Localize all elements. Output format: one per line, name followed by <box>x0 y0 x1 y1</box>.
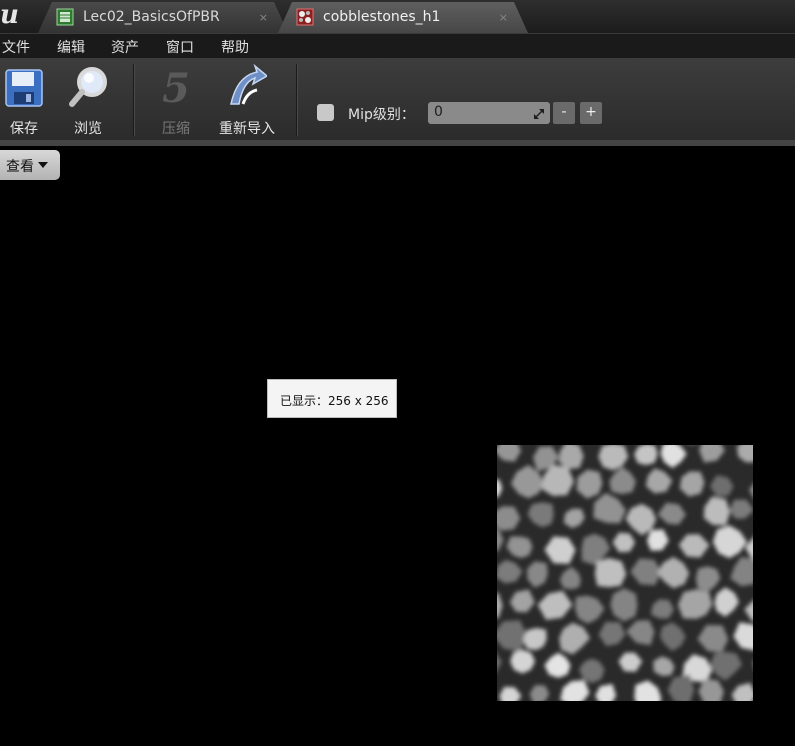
reimport-button[interactable]: 重新导入 <box>213 62 281 137</box>
save-button[interactable]: 保存 <box>0 62 52 137</box>
mip-level-input[interactable]: 0 <box>428 102 550 124</box>
toolbar: 保存 浏览 5 压缩 重新导入 Mip级别： 0 - + <box>0 58 795 140</box>
reimport-label: 重新导入 <box>219 121 275 137</box>
menu-window[interactable]: 窗口 <box>166 37 194 57</box>
toolbar-separator <box>296 64 297 136</box>
reimport-icon <box>227 63 269 110</box>
mip-level-value: 0 <box>434 104 443 120</box>
resize-arrows-icon <box>532 106 546 120</box>
view-menu-label: 查看 <box>6 159 34 175</box>
tab-label: cobblestones_h1 <box>323 9 441 25</box>
close-icon[interactable]: × <box>259 11 268 24</box>
floppy-disk-icon <box>4 64 44 110</box>
menu-bar: 文件 编辑 资产 窗口 帮助 <box>0 33 795 58</box>
svg-text:5: 5 <box>162 65 190 110</box>
tab-bar: u Lec02_BasicsOfPBR × cobblestones_h1 × <box>0 0 795 33</box>
compress-icon: 5 <box>156 64 196 112</box>
toolbar-divider <box>0 140 795 146</box>
menu-help[interactable]: 帮助 <box>221 37 249 57</box>
menu-edit[interactable]: 编辑 <box>57 37 85 57</box>
tab-label: Lec02_BasicsOfPBR <box>83 9 220 25</box>
display-size-text: 已显示：256 x 256 <box>280 394 389 408</box>
compress-button[interactable]: 5 压缩 <box>148 62 204 137</box>
browse-button[interactable]: 浏览 <box>60 62 116 137</box>
mip-level-checkbox[interactable] <box>317 104 334 121</box>
unreal-logo-icon[interactable]: u <box>0 2 22 30</box>
mip-decrease-button[interactable]: - <box>553 102 575 124</box>
menu-file[interactable]: 文件 <box>2 37 30 57</box>
caret-down-icon <box>38 162 48 168</box>
menu-asset[interactable]: 资产 <box>111 37 139 57</box>
level-map-icon <box>56 8 74 26</box>
texture-asset-icon <box>296 8 314 26</box>
mip-level-label: Mip级别： <box>348 107 415 123</box>
tab-lec02-basics-of-pbr[interactable]: Lec02_BasicsOfPBR × <box>38 2 288 33</box>
cobblestone-heightmap-image <box>497 445 753 701</box>
tab-cobblestones-h1[interactable]: cobblestones_h1 × <box>278 2 528 33</box>
browse-label: 浏览 <box>74 121 102 137</box>
mip-increase-button[interactable]: + <box>580 102 602 124</box>
compress-label: 压缩 <box>162 121 190 137</box>
magnifier-icon <box>68 64 108 110</box>
close-icon[interactable]: × <box>499 11 508 24</box>
toolbar-separator <box>133 64 134 136</box>
texture-preview <box>497 445 753 701</box>
display-size-info: 已显示：256 x 256 <box>267 379 397 418</box>
save-label: 保存 <box>10 121 38 137</box>
view-menu-button[interactable]: 查看 <box>0 150 60 180</box>
